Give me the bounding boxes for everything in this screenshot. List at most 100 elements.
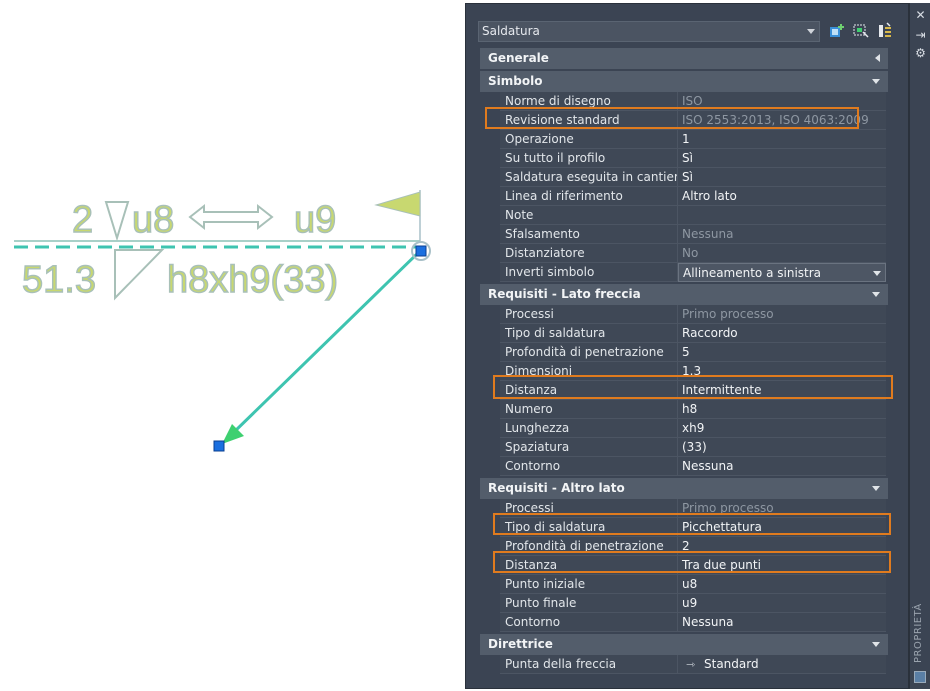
- property-row[interactable]: Su tutto il profilo Sì: [480, 149, 888, 168]
- property-row[interactable]: Tipo di saldatura Raccordo: [480, 324, 888, 343]
- row-gutter: [480, 594, 500, 613]
- property-row[interactable]: Distanza Tra due punti: [480, 556, 888, 575]
- property-value: Nessuna: [678, 457, 886, 476]
- section-header-lato-freccia[interactable]: Requisiti - Lato freccia: [480, 284, 888, 305]
- double-arrow-symbol: [188, 203, 274, 231]
- property-value: u9: [678, 594, 886, 613]
- row-gutter: [480, 111, 500, 130]
- row-gutter: [480, 324, 500, 343]
- property-row[interactable]: Processi Primo processo: [480, 305, 888, 324]
- chevron-down-icon: [807, 29, 815, 34]
- property-row[interactable]: Distanza Intermittente: [480, 381, 888, 400]
- property-row[interactable]: Lunghezza xh9: [480, 419, 888, 438]
- section-simbolo-rows: Norme di disegno ISO Revisione standard IS…: [480, 92, 888, 282]
- property-row[interactable]: Revisione standard ISO 2553:2013, ISO 406…: [480, 111, 888, 130]
- invert-symbol-dropdown[interactable]: Allineamento a sinistra: [678, 263, 886, 282]
- property-value: Sì: [678, 149, 886, 168]
- property-name: Distanza: [500, 556, 678, 575]
- fillet-weld-symbol: [114, 249, 165, 301]
- property-row[interactable]: Norme di disegno ISO: [480, 92, 888, 111]
- property-name: Distanza: [500, 381, 678, 400]
- chevron-down-icon: [872, 79, 880, 84]
- property-name: Norme di disegno: [500, 92, 678, 111]
- property-row[interactable]: Numero h8: [480, 400, 888, 419]
- property-name: Tipo di saldatura: [500, 518, 678, 537]
- property-value: Altro lato: [678, 187, 886, 206]
- property-name: Numero: [500, 400, 678, 419]
- weld-symbol: 2 u8 u9 51.3 h8xh9(33): [14, 190, 431, 452]
- chevron-down-icon: [872, 642, 880, 647]
- row-gutter: [480, 400, 500, 419]
- property-row[interactable]: Contorno Nessuna: [480, 457, 888, 476]
- row-gutter: [480, 556, 500, 575]
- weld-bottom-size: 51.3: [22, 259, 96, 301]
- select-objects-icon[interactable]: [852, 22, 870, 40]
- arrowhead-icon: ⇾: [686, 658, 696, 671]
- property-row[interactable]: Dimensioni 1.3: [480, 362, 888, 381]
- field-weld-flag: [374, 191, 421, 217]
- row-gutter: [480, 168, 500, 187]
- auto-hide-icon[interactable]: ⇥: [914, 29, 927, 42]
- property-row[interactable]: Punta della freccia ⇾ Standard: [480, 655, 888, 674]
- palette-menu-icon[interactable]: [914, 671, 926, 683]
- weld-top-quantity: 2: [72, 199, 93, 241]
- property-row[interactable]: Sfalsamento Nessuna: [480, 225, 888, 244]
- section-direttrice-rows: Punta della freccia ⇾ Standard: [480, 655, 888, 674]
- property-grid: Generale Simbolo Norme di disegno ISO Rev…: [480, 46, 888, 674]
- section-header-simbolo[interactable]: Simbolo: [480, 71, 888, 92]
- property-value: 1: [678, 130, 886, 149]
- arrowhead-value: Standard: [704, 657, 759, 671]
- property-row[interactable]: Spaziatura (33): [480, 438, 888, 457]
- property-value: Intermittente: [678, 381, 886, 400]
- chevron-down-icon: [872, 292, 880, 297]
- property-row[interactable]: Profondità di penetrazione 2: [480, 537, 888, 556]
- drawing-canvas[interactable]: 2 u8 u9 51.3 h8xh9(33): [0, 0, 462, 691]
- property-row[interactable]: Tipo di saldatura Picchettatura: [480, 518, 888, 537]
- object-type-select[interactable]: Saldatura: [478, 21, 820, 42]
- property-name: Punta della freccia: [500, 655, 678, 674]
- chevron-left-icon: [875, 54, 880, 62]
- quick-select-icon[interactable]: [876, 22, 894, 40]
- section-header-generale[interactable]: Generale: [480, 48, 888, 69]
- row-gutter: [480, 362, 500, 381]
- property-row[interactable]: Profondità di penetrazione 5: [480, 343, 888, 362]
- property-row[interactable]: Contorno Nessuna: [480, 613, 888, 632]
- toggle-pickadd-icon[interactable]: [828, 22, 846, 40]
- property-row[interactable]: Note: [480, 206, 888, 225]
- weld-bottom-spec: h8xh9(33): [167, 259, 338, 301]
- property-row[interactable]: Operazione 1: [480, 130, 888, 149]
- property-row[interactable]: Linea di riferimento Altro lato: [480, 187, 888, 206]
- row-gutter: [480, 518, 500, 537]
- property-name: Contorno: [500, 613, 678, 632]
- section-header-altro-lato[interactable]: Requisiti - Altro lato: [480, 478, 888, 499]
- section-title: Generale: [488, 51, 549, 65]
- property-row[interactable]: Distanziatore No: [480, 244, 888, 263]
- row-gutter: [480, 92, 500, 111]
- row-gutter: [480, 305, 500, 324]
- property-row[interactable]: Processi Primo processo: [480, 499, 888, 518]
- row-gutter: [480, 438, 500, 457]
- property-value: Nessuna: [678, 613, 886, 632]
- property-name: Profondità di penetrazione: [500, 343, 678, 362]
- row-gutter: [480, 206, 500, 225]
- section-header-direttrice[interactable]: Direttrice: [480, 634, 888, 655]
- property-name: Profondità di penetrazione: [500, 537, 678, 556]
- chevron-down-icon: [873, 271, 881, 276]
- object-type-value: Saldatura: [482, 24, 540, 38]
- property-row[interactable]: Saldatura eseguita in cantiere Sì: [480, 168, 888, 187]
- section-title: Requisiti - Altro lato: [488, 481, 625, 495]
- row-gutter: [480, 537, 500, 556]
- weld-symbol-top-triangle: [104, 201, 130, 242]
- property-row[interactable]: Punto finale u9: [480, 594, 888, 613]
- property-value: Primo processo: [678, 305, 886, 324]
- property-row[interactable]: Inverti simbolo Allineamento a sinistra: [480, 263, 888, 282]
- gear-icon[interactable]: ⚙: [914, 47, 927, 60]
- property-value: ⇾ Standard: [678, 655, 886, 674]
- property-value: u8: [678, 575, 886, 594]
- close-icon[interactable]: ✕: [914, 9, 927, 22]
- property-name: Note: [500, 206, 678, 225]
- property-row[interactable]: Punto iniziale u8: [480, 575, 888, 594]
- grip-start[interactable]: [415, 245, 427, 257]
- row-gutter: [480, 187, 500, 206]
- grip-end[interactable]: [213, 440, 225, 452]
